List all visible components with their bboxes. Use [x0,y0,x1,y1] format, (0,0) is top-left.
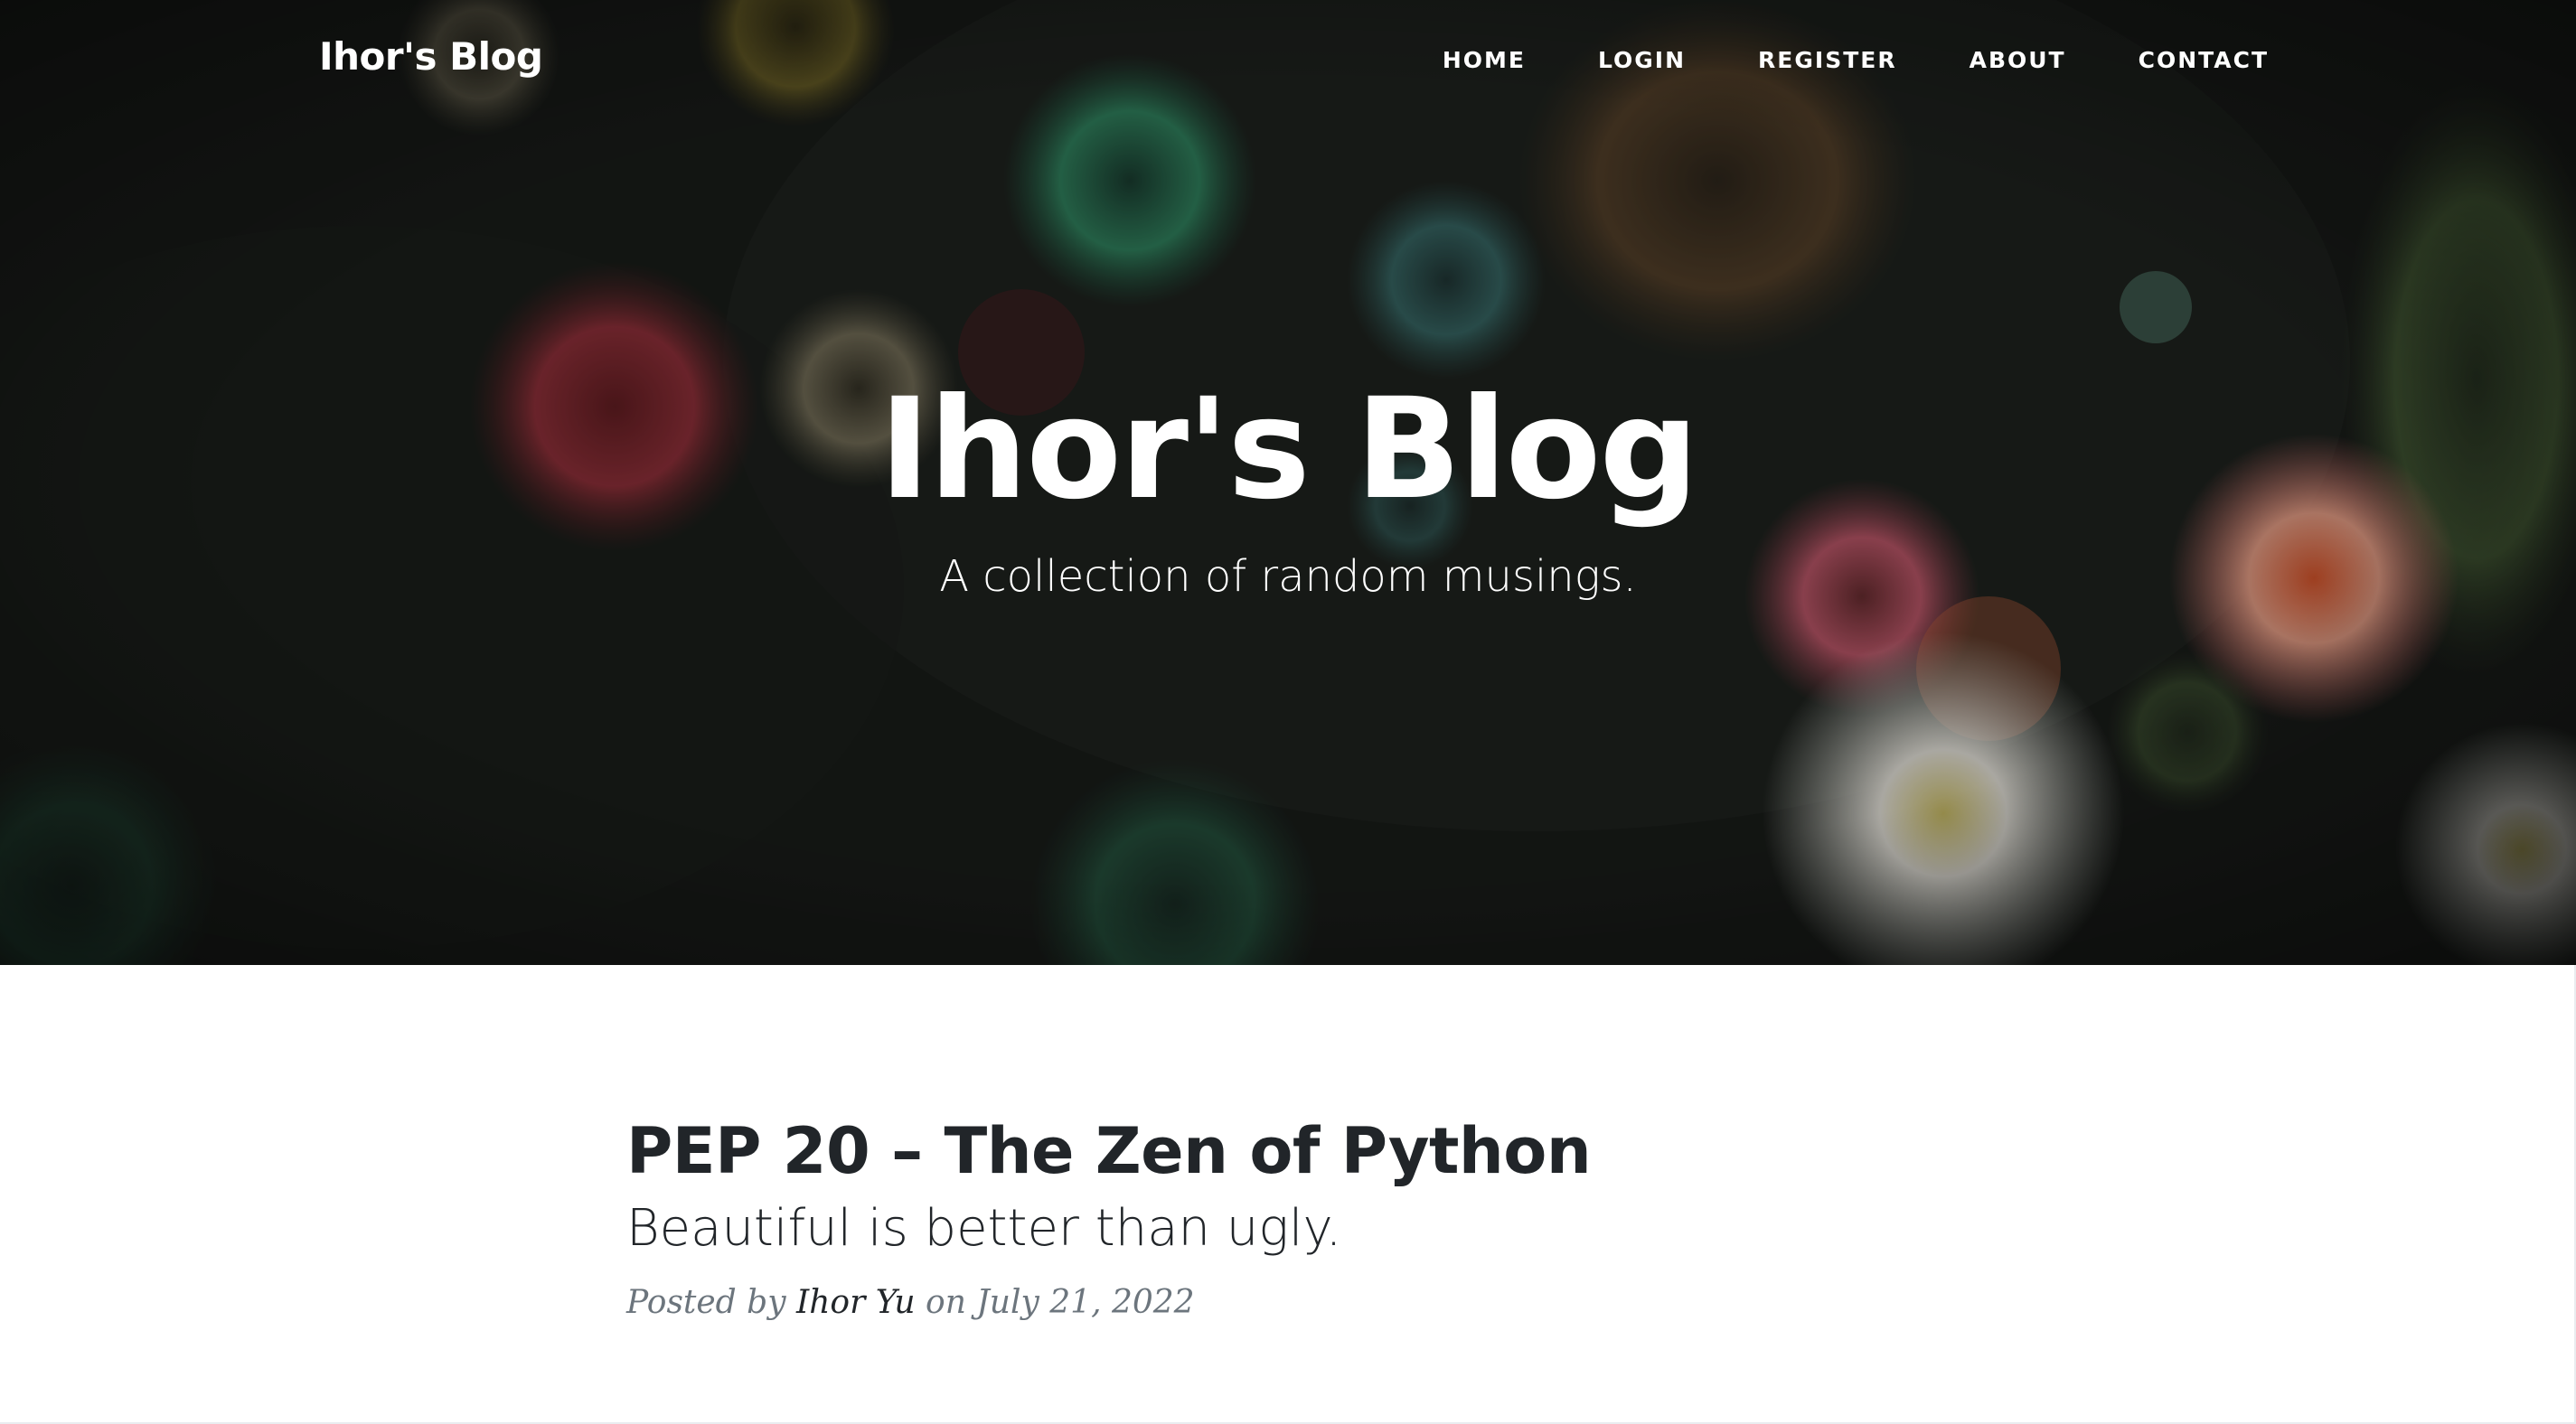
site-heading: Ihor's Blog [879,369,1698,530]
nav-link-register[interactable]: REGISTER [1758,47,1897,73]
post-subtitle[interactable]: Beautiful is better than ugly. [626,1196,1955,1261]
main-content: PEP 20 – The Zen of Python Beautiful is … [0,965,2576,1424]
nav-link-contact[interactable]: CONTACT [2139,47,2269,73]
top-navbar: Ihor's Blog HOME LOGIN REGISTER ABOUT CO… [0,0,2576,123]
hero-text-block: Ihor's Blog A collection of random musin… [0,369,2576,602]
post-author-link[interactable]: Ihor Yu [796,1284,916,1321]
post-link[interactable]: PEP 20 – The Zen of Python Beautiful is … [626,1110,1955,1261]
post-meta: Posted by Ihor Yu on July 21, 2022 [626,1281,1955,1325]
nav-item-home: HOME [1443,47,1526,73]
hero-header: Ihor's Blog HOME LOGIN REGISTER ABOUT CO… [0,0,2576,965]
nav-item-login: LOGIN [1598,47,1686,73]
nav-item-about: ABOUT [1970,47,2066,73]
nav-menu: HOME LOGIN REGISTER ABOUT CONTACT [1370,47,2269,73]
brand-logo-link[interactable]: Ihor's Blog [319,34,543,79]
site-subheading: A collection of random musings. [939,551,1637,602]
nav-link-login[interactable]: LOGIN [1598,47,1686,73]
nav-item-register: REGISTER [1758,47,1897,73]
post-meta-prefix: Posted by [626,1284,786,1321]
post-date: July 21, 2022 [976,1284,1195,1321]
post-preview: PEP 20 – The Zen of Python Beautiful is … [626,1110,1955,1325]
nav-link-home[interactable]: HOME [1443,47,1526,73]
nav-item-contact: CONTACT [2139,47,2269,73]
post-title[interactable]: PEP 20 – The Zen of Python [626,1110,1955,1193]
post-meta-on: on [926,1284,966,1321]
nav-link-about[interactable]: ABOUT [1970,47,2066,73]
